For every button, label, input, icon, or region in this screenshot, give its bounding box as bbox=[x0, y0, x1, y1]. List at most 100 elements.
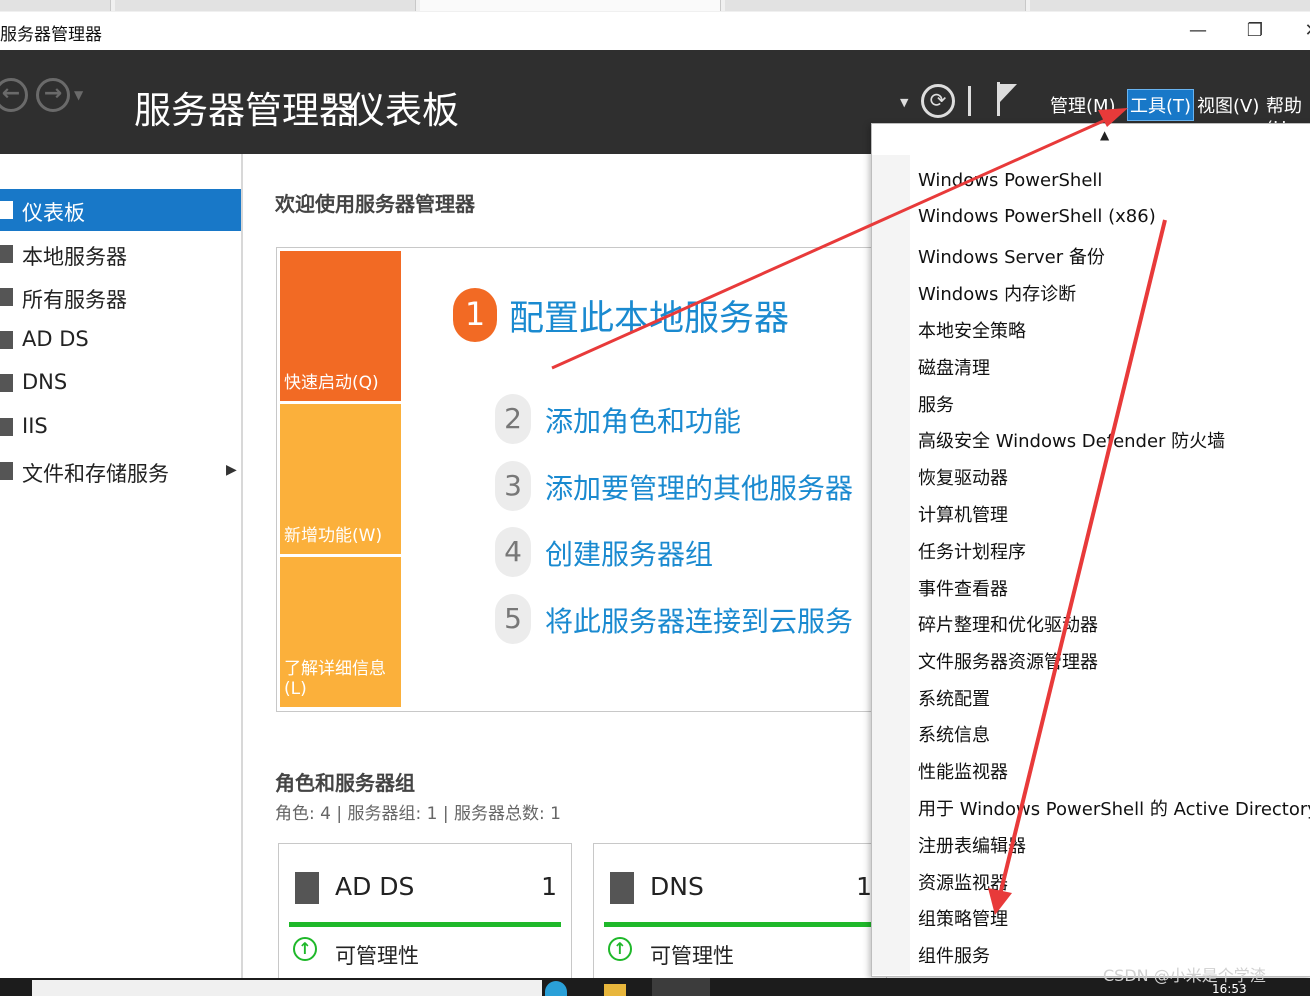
step-link-connect-cloud[interactable]: 将此服务器连接到云服务 bbox=[545, 600, 853, 640]
minimize-button[interactable]: — bbox=[1176, 14, 1220, 48]
forward-arrow-icon[interactable]: → bbox=[36, 78, 70, 112]
tools-menu-item[interactable]: Windows 内存诊断 bbox=[918, 280, 1076, 306]
tools-menu-item[interactable]: 性能监视器 bbox=[918, 758, 1008, 784]
sidebar-item-dashboard[interactable]: 仪表板 bbox=[0, 189, 241, 231]
step-link-add-roles[interactable]: 添加角色和功能 bbox=[545, 400, 741, 440]
tools-menu-item[interactable]: 事件查看器 bbox=[918, 575, 1008, 601]
tools-menu-item[interactable]: Windows PowerShell bbox=[918, 170, 1102, 191]
server-manager-taskbar-icon[interactable] bbox=[652, 978, 710, 996]
tools-menu-item[interactable]: 系统配置 bbox=[918, 685, 990, 711]
header-divider bbox=[968, 86, 971, 116]
sidebar-item-label: AD DS bbox=[22, 327, 89, 351]
menu-view[interactable]: 视图(V) bbox=[1195, 90, 1261, 120]
tools-menu-item[interactable]: 资源监视器 bbox=[918, 869, 1008, 895]
chevron-right-icon: ▶ bbox=[226, 462, 237, 478]
status-ok-icon: ↑ bbox=[608, 937, 632, 961]
sidebar: 仪表板 本地服务器 所有服务器 AD DS DNS IIS 文件和存储服务 ▶ bbox=[0, 154, 243, 978]
tools-menu-item[interactable]: 恢复驱动器 bbox=[918, 464, 1008, 490]
edge-icon[interactable] bbox=[545, 981, 567, 996]
sidebar-item-label: 文件和存储服务 bbox=[22, 462, 169, 486]
tools-menu-item[interactable]: Windows PowerShell (x86) bbox=[918, 206, 1156, 227]
step-link-configure[interactable]: 配置此本地服务器 bbox=[509, 290, 789, 341]
server-icon bbox=[0, 245, 13, 263]
sidebar-item-all-servers[interactable]: 所有服务器 bbox=[0, 276, 241, 318]
tools-menu-item[interactable]: 本地安全策略 bbox=[918, 317, 1026, 343]
host-tab-active[interactable] bbox=[420, 0, 721, 11]
step-number: 2 bbox=[495, 394, 531, 444]
welcome-title: 欢迎使用服务器管理器 bbox=[275, 192, 475, 216]
close-button[interactable]: ✕ bbox=[1290, 14, 1310, 48]
dashboard-icon bbox=[0, 201, 13, 219]
scroll-up-icon[interactable]: ▲ bbox=[1100, 128, 1109, 142]
sidebar-item-ad-ds[interactable]: AD DS bbox=[0, 319, 241, 361]
step-number: 3 bbox=[495, 461, 531, 511]
restore-button[interactable]: ❐ bbox=[1233, 14, 1277, 48]
history-dropdown-icon[interactable]: ▼ bbox=[74, 88, 83, 102]
step-number: 1 bbox=[453, 288, 497, 342]
tools-menu-item[interactable]: 磁盘清理 bbox=[918, 354, 990, 380]
step-link-add-servers[interactable]: 添加要管理的其他服务器 bbox=[545, 467, 853, 507]
breadcrumb-separator: ‣ bbox=[325, 90, 335, 109]
role-card-manageability[interactable]: 可管理性 bbox=[650, 940, 734, 970]
role-card-name: AD DS bbox=[335, 872, 415, 901]
notifications-flag-icon[interactable] bbox=[995, 80, 1019, 118]
taskbar-search-box[interactable] bbox=[32, 980, 542, 996]
refresh-icon[interactable]: ⟳ bbox=[921, 84, 955, 118]
role-card-dns[interactable]: DNS 1 ↑ 可管理性 bbox=[593, 843, 887, 985]
sidebar-item-iis[interactable]: IIS bbox=[0, 406, 241, 448]
sidebar-item-label: DNS bbox=[22, 370, 68, 394]
refresh-dropdown-icon[interactable]: ▼ bbox=[900, 96, 908, 109]
sidebar-item-local-server[interactable]: 本地服务器 bbox=[0, 233, 241, 275]
roles-groups-title: 角色和服务器组 bbox=[275, 771, 415, 795]
tile-learn-more[interactable]: 了解详细信息(L) bbox=[280, 557, 401, 707]
roles-groups-summary: 角色: 4 | 服务器组: 1 | 服务器总数: 1 bbox=[275, 804, 561, 824]
tools-menu-item[interactable]: 服务 bbox=[918, 391, 954, 417]
sidebar-item-label: 所有服务器 bbox=[22, 288, 127, 312]
file-storage-icon bbox=[0, 462, 13, 480]
window-title: 服务器管理器 bbox=[0, 25, 102, 45]
tile-label: 快速启动(Q) bbox=[284, 373, 379, 393]
tools-menu-item[interactable]: 碎片整理和优化驱动器 bbox=[918, 611, 1098, 637]
host-tab[interactable] bbox=[725, 0, 1026, 11]
sidebar-item-label: 仪表板 bbox=[22, 201, 85, 225]
sidebar-item-label: IIS bbox=[22, 414, 48, 438]
tools-menu-item[interactable]: 用于 Windows PowerShell 的 Active Directory… bbox=[918, 795, 1310, 821]
watermark: CSDN @小米是个学渣 bbox=[1103, 966, 1266, 985]
dns-icon bbox=[610, 872, 634, 904]
menu-manage[interactable]: 管理(M) bbox=[1048, 90, 1118, 120]
host-tab[interactable] bbox=[115, 0, 416, 11]
tools-menu-item[interactable]: 系统信息 bbox=[918, 721, 990, 747]
menu-icon-gutter bbox=[872, 155, 910, 975]
tools-menu-item[interactable]: 文件服务器资源管理器 bbox=[918, 648, 1098, 674]
role-card-name: DNS bbox=[650, 872, 704, 901]
role-card-ad-ds[interactable]: AD DS 1 ↑ 可管理性 bbox=[278, 843, 572, 985]
dns-icon bbox=[0, 374, 13, 392]
ad-ds-icon bbox=[295, 872, 319, 904]
tile-whats-new[interactable]: 新增功能(W) bbox=[280, 404, 401, 554]
role-card-manageability[interactable]: 可管理性 bbox=[335, 940, 419, 970]
tools-menu-item[interactable]: Windows Server 备份 bbox=[918, 243, 1105, 269]
tools-menu-item[interactable]: 注册表编辑器 bbox=[918, 832, 1026, 858]
tools-menu-item[interactable]: 组件服务 bbox=[918, 942, 990, 968]
breadcrumb-root[interactable]: 服务器管理器 bbox=[134, 80, 356, 134]
tools-menu-item[interactable]: 任务计划程序 bbox=[918, 538, 1026, 564]
tools-menu-item[interactable]: 高级安全 Windows Defender 防火墙 bbox=[918, 427, 1225, 453]
window-title-bar bbox=[0, 12, 1310, 50]
tools-menu-item-group-policy[interactable]: 组策略管理 bbox=[918, 905, 1008, 931]
tile-quick-start[interactable]: 快速启动(Q) bbox=[280, 251, 401, 401]
tile-label: 了解详细信息(L) bbox=[284, 659, 386, 699]
folder-icon[interactable] bbox=[604, 984, 626, 996]
sidebar-item-dns[interactable]: DNS bbox=[0, 362, 241, 404]
role-card-status-bar bbox=[604, 922, 876, 927]
servers-icon bbox=[0, 288, 13, 306]
role-card-status-bar bbox=[289, 922, 561, 927]
step-link-create-group[interactable]: 创建服务器组 bbox=[545, 533, 713, 573]
host-tab[interactable] bbox=[0, 0, 111, 11]
step-number: 5 bbox=[495, 594, 531, 644]
tile-label: 新增功能(W) bbox=[284, 526, 383, 546]
sidebar-item-file-storage[interactable]: 文件和存储服务 ▶ bbox=[0, 450, 241, 492]
tools-menu-item[interactable]: 计算机管理 bbox=[918, 501, 1008, 527]
host-tab[interactable] bbox=[1030, 0, 1310, 11]
role-card-count: 1 bbox=[541, 872, 557, 901]
menu-tools[interactable]: 工具(T) bbox=[1126, 89, 1195, 121]
